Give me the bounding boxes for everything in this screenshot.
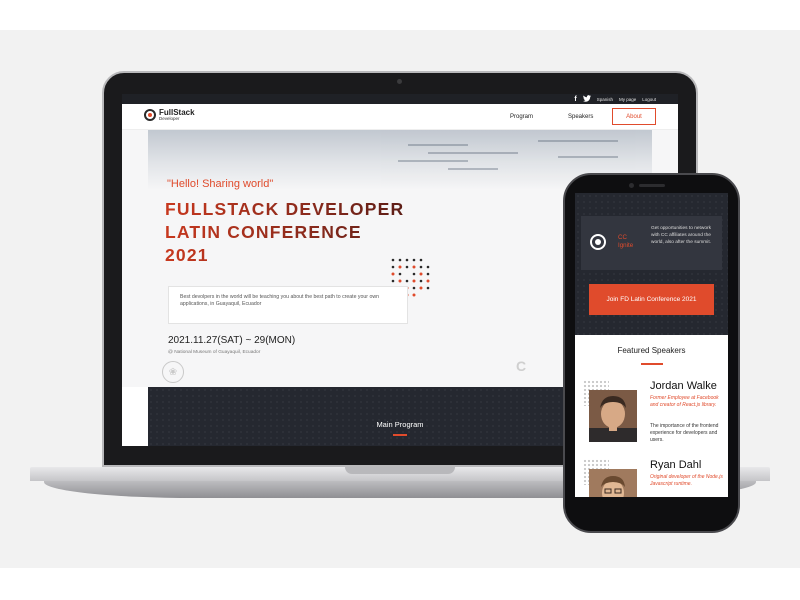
utility-bar: f Spanish My page Logout xyxy=(122,94,678,104)
speaker-talk: The importance of the frontend experienc… xyxy=(650,423,719,443)
sponsor-badge-icon: ❀ xyxy=(162,361,184,383)
nav-speakers[interactable]: Speakers xyxy=(568,114,593,120)
affiliate-name-line: Ignite xyxy=(618,242,634,249)
event-date: 2021.11.27(SAT) ~ 29(MON) xyxy=(168,335,296,346)
speaker-photo xyxy=(589,390,637,442)
speaker-role: Original developer of the Node.js Javasc… xyxy=(650,474,723,487)
speaker-photo xyxy=(589,469,637,497)
event-venue: @ National Museum of Guayaquil, Ecuador xyxy=(168,350,261,355)
hero-title-line: FULLSTACK DEVELOPER xyxy=(165,199,405,219)
language-link[interactable]: Spanish xyxy=(597,97,613,102)
affiliate-name: CC Ignite xyxy=(618,234,646,250)
phone-screen: CC Ignite Get opportunities to network w… xyxy=(575,193,728,497)
hero-title-line: LATIN CONFERENCE xyxy=(165,222,362,242)
my-page-link[interactable]: My page xyxy=(619,97,636,102)
main-nav: FullStack Developer Program Speakers Abo… xyxy=(122,104,678,130)
featured-speakers-title: Featured Speakers xyxy=(617,346,686,355)
affiliate-name-line: CC xyxy=(618,234,627,241)
affiliate-text: Get opportunities to network with CC aff… xyxy=(651,226,711,245)
laptop-camera xyxy=(397,79,402,84)
logo-icon xyxy=(144,109,156,122)
speaker-role: Former Employee at Facebook and creator … xyxy=(650,395,719,408)
speaker-name: Ryan Dahl xyxy=(650,459,702,471)
affiliate-card: CC Ignite Get opportunities to network w… xyxy=(581,216,722,270)
logout-link[interactable]: Logout xyxy=(642,97,656,102)
featured-underline xyxy=(641,363,663,365)
affiliate-section: CC Ignite Get opportunities to network w… xyxy=(575,193,728,335)
laptop-notch xyxy=(345,467,455,474)
nav-program[interactable]: Program xyxy=(510,114,533,120)
speaker-name: Jordan Walke xyxy=(650,380,717,392)
hero-title-line: 2021 xyxy=(165,245,209,265)
speaker-card[interactable]: Ryan Dahl Original developer of the Node… xyxy=(575,457,728,497)
hero-tagline: "Hello! Sharing world" xyxy=(167,178,274,190)
speaker-card[interactable]: Jordan Walke Former Employee at Facebook… xyxy=(575,378,728,456)
site-logo[interactable]: FullStack Developer xyxy=(144,109,195,122)
logo-text: FullStack Developer xyxy=(159,109,195,122)
hero-title: FULLSTACK DEVELOPER LATIN CONFERENCE 202… xyxy=(165,198,404,267)
nav-about-button[interactable]: About xyxy=(612,108,656,125)
phone-camera xyxy=(629,183,634,188)
program-underline xyxy=(393,434,407,436)
phone-speaker xyxy=(639,184,665,187)
logo-subtitle: Developer xyxy=(159,116,180,121)
join-conference-button[interactable]: Join FD Latin Conference 2021 xyxy=(589,284,714,315)
hero-description: Best devolpers in the world will be teac… xyxy=(168,286,408,324)
facebook-icon[interactable]: f xyxy=(574,96,576,103)
cc-ignite-icon xyxy=(590,234,606,250)
twitter-icon[interactable] xyxy=(582,94,591,104)
sponsor-c-icon: C xyxy=(516,358,527,374)
